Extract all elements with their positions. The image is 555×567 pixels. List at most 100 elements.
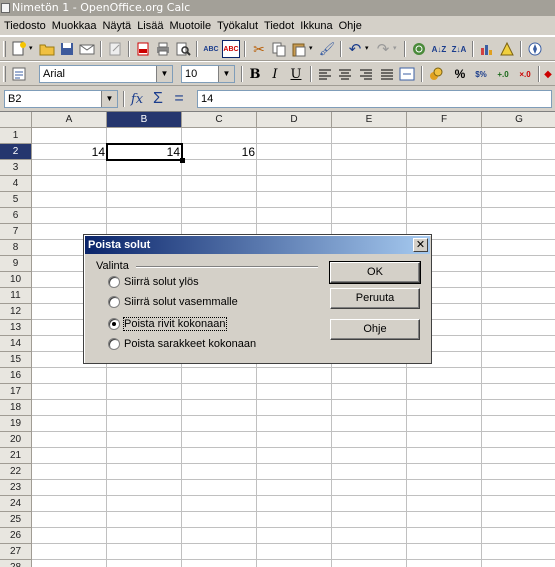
sum-icon[interactable]: Σ: [147, 90, 169, 108]
paste-icon[interactable]: [290, 40, 308, 58]
row-header[interactable]: 16: [0, 368, 32, 384]
close-icon[interactable]: ✕: [413, 238, 428, 252]
italic-button[interactable]: I: [266, 65, 284, 83]
function-equals-icon[interactable]: =: [168, 90, 190, 108]
percent-format-button[interactable]: %: [451, 65, 469, 83]
row-header[interactable]: 8: [0, 240, 32, 256]
row-header[interactable]: 25: [0, 512, 32, 528]
edit-file-icon[interactable]: [106, 40, 124, 58]
chevron-down-icon[interactable]: ▼: [156, 66, 172, 82]
menu-tiedot[interactable]: Tiedot: [264, 20, 300, 32]
format-paintbrush-icon[interactable]: 🖌: [318, 40, 336, 58]
column-header-c[interactable]: C: [182, 112, 257, 128]
undo-dropdown-arrow-icon[interactable]: ▾: [365, 45, 371, 52]
row-header[interactable]: 1: [0, 128, 32, 144]
row-header[interactable]: 27: [0, 544, 32, 560]
row-header[interactable]: 17: [0, 384, 32, 400]
column-header-f[interactable]: F: [407, 112, 482, 128]
row-header[interactable]: 20: [0, 432, 32, 448]
row-header[interactable]: 11: [0, 288, 32, 304]
row-header[interactable]: 24: [0, 496, 32, 512]
column-header-d[interactable]: D: [257, 112, 332, 128]
function-wizard-icon[interactable]: 𝑓x: [126, 90, 148, 108]
option-delete-entire-columns[interactable]: Poista sarakkeet kokonaan: [108, 336, 256, 352]
row-header[interactable]: 21: [0, 448, 32, 464]
align-right-icon[interactable]: [357, 65, 375, 83]
chevron-down-icon[interactable]: ▼: [218, 66, 234, 82]
email-icon[interactable]: [78, 40, 96, 58]
font-size-combo[interactable]: 10 ▼: [181, 65, 235, 83]
font-name-combo[interactable]: Arial ▼: [39, 65, 173, 83]
menu-lisaa[interactable]: Lisää: [137, 20, 169, 32]
undo-icon[interactable]: ↶: [346, 40, 364, 58]
radio-button[interactable]: [108, 338, 120, 350]
align-left-icon[interactable]: [316, 65, 334, 83]
export-pdf-icon[interactable]: [134, 40, 152, 58]
new-document-icon[interactable]: [10, 40, 28, 58]
underline-button[interactable]: U: [287, 65, 305, 83]
row-header[interactable]: 23: [0, 480, 32, 496]
delete-decimal-icon[interactable]: ×.0: [516, 65, 534, 83]
row-header[interactable]: 4: [0, 176, 32, 192]
standard-format-button[interactable]: $%: [472, 65, 490, 83]
row-header[interactable]: 14: [0, 336, 32, 352]
autospellcheck-icon[interactable]: ABC: [222, 40, 240, 58]
select-all-corner[interactable]: [0, 112, 32, 128]
menu-ohje[interactable]: Ohje: [339, 20, 368, 32]
column-header-e[interactable]: E: [332, 112, 407, 128]
row-header[interactable]: 7: [0, 224, 32, 240]
cell-c2[interactable]: 16: [182, 144, 257, 160]
cell-a2[interactable]: 14: [32, 144, 107, 160]
menu-tyokalut[interactable]: Työkalut: [217, 20, 264, 32]
column-header-a[interactable]: A: [32, 112, 107, 128]
print-preview-icon[interactable]: [174, 40, 192, 58]
redo-dropdown-arrow-icon[interactable]: ▾: [393, 45, 399, 52]
name-box[interactable]: B2 ▼: [4, 90, 118, 108]
copy-icon[interactable]: [270, 40, 288, 58]
row-header[interactable]: 15: [0, 352, 32, 368]
formula-input[interactable]: 14: [197, 90, 552, 108]
row-header[interactable]: 3: [0, 160, 32, 176]
row-header[interactable]: 2: [0, 144, 32, 160]
row-header[interactable]: 12: [0, 304, 32, 320]
menu-nayta[interactable]: Näytä: [102, 20, 137, 32]
bold-button[interactable]: B: [246, 65, 264, 83]
navigator-icon[interactable]: [526, 40, 544, 58]
row-header[interactable]: 28: [0, 560, 32, 567]
option-shift-cells-up[interactable]: Siirrä solut ylös: [108, 274, 199, 290]
row-header[interactable]: 22: [0, 464, 32, 480]
row-header[interactable]: 5: [0, 192, 32, 208]
option-shift-cells-left[interactable]: Siirrä solut vasemmalle: [108, 294, 238, 310]
row-header[interactable]: 18: [0, 400, 32, 416]
merge-cells-icon[interactable]: [398, 65, 416, 83]
radio-button-selected[interactable]: [108, 318, 120, 330]
row-header[interactable]: 26: [0, 528, 32, 544]
paste-dropdown-arrow-icon[interactable]: ▾: [309, 45, 315, 52]
new-dropdown-arrow-icon[interactable]: ▾: [29, 45, 35, 52]
cut-icon[interactable]: ✂: [250, 40, 268, 58]
toolbar-grip[interactable]: [3, 41, 6, 57]
show-draw-functions-icon[interactable]: [498, 40, 516, 58]
align-center-icon[interactable]: [336, 65, 354, 83]
option-delete-entire-rows[interactable]: Poista rivit kokonaan: [108, 316, 227, 332]
chevron-down-icon[interactable]: ▼: [101, 91, 117, 107]
column-header-g[interactable]: G: [482, 112, 555, 128]
column-header-b[interactable]: B: [107, 112, 182, 128]
ok-button[interactable]: OK: [329, 261, 421, 284]
dialog-title-bar[interactable]: Poista solut ✕: [85, 236, 430, 254]
styles-formatting-icon[interactable]: [10, 65, 28, 83]
row-header[interactable]: 9: [0, 256, 32, 272]
open-folder-icon[interactable]: [38, 40, 56, 58]
radio-button[interactable]: [108, 296, 120, 308]
row-header[interactable]: 6: [0, 208, 32, 224]
help-button[interactable]: Ohje: [330, 319, 420, 340]
menu-tiedosto[interactable]: Tiedosto: [4, 20, 52, 32]
row-header[interactable]: 10: [0, 272, 32, 288]
sort-descending-icon[interactable]: Z↓A: [450, 40, 468, 58]
row-header[interactable]: 19: [0, 416, 32, 432]
redo-icon[interactable]: ↷: [374, 40, 392, 58]
spellcheck-icon[interactable]: ABC: [202, 40, 220, 58]
hyperlink-icon[interactable]: [410, 40, 428, 58]
fill-handle[interactable]: [180, 158, 185, 163]
sort-ascending-icon[interactable]: A↓Z: [430, 40, 448, 58]
